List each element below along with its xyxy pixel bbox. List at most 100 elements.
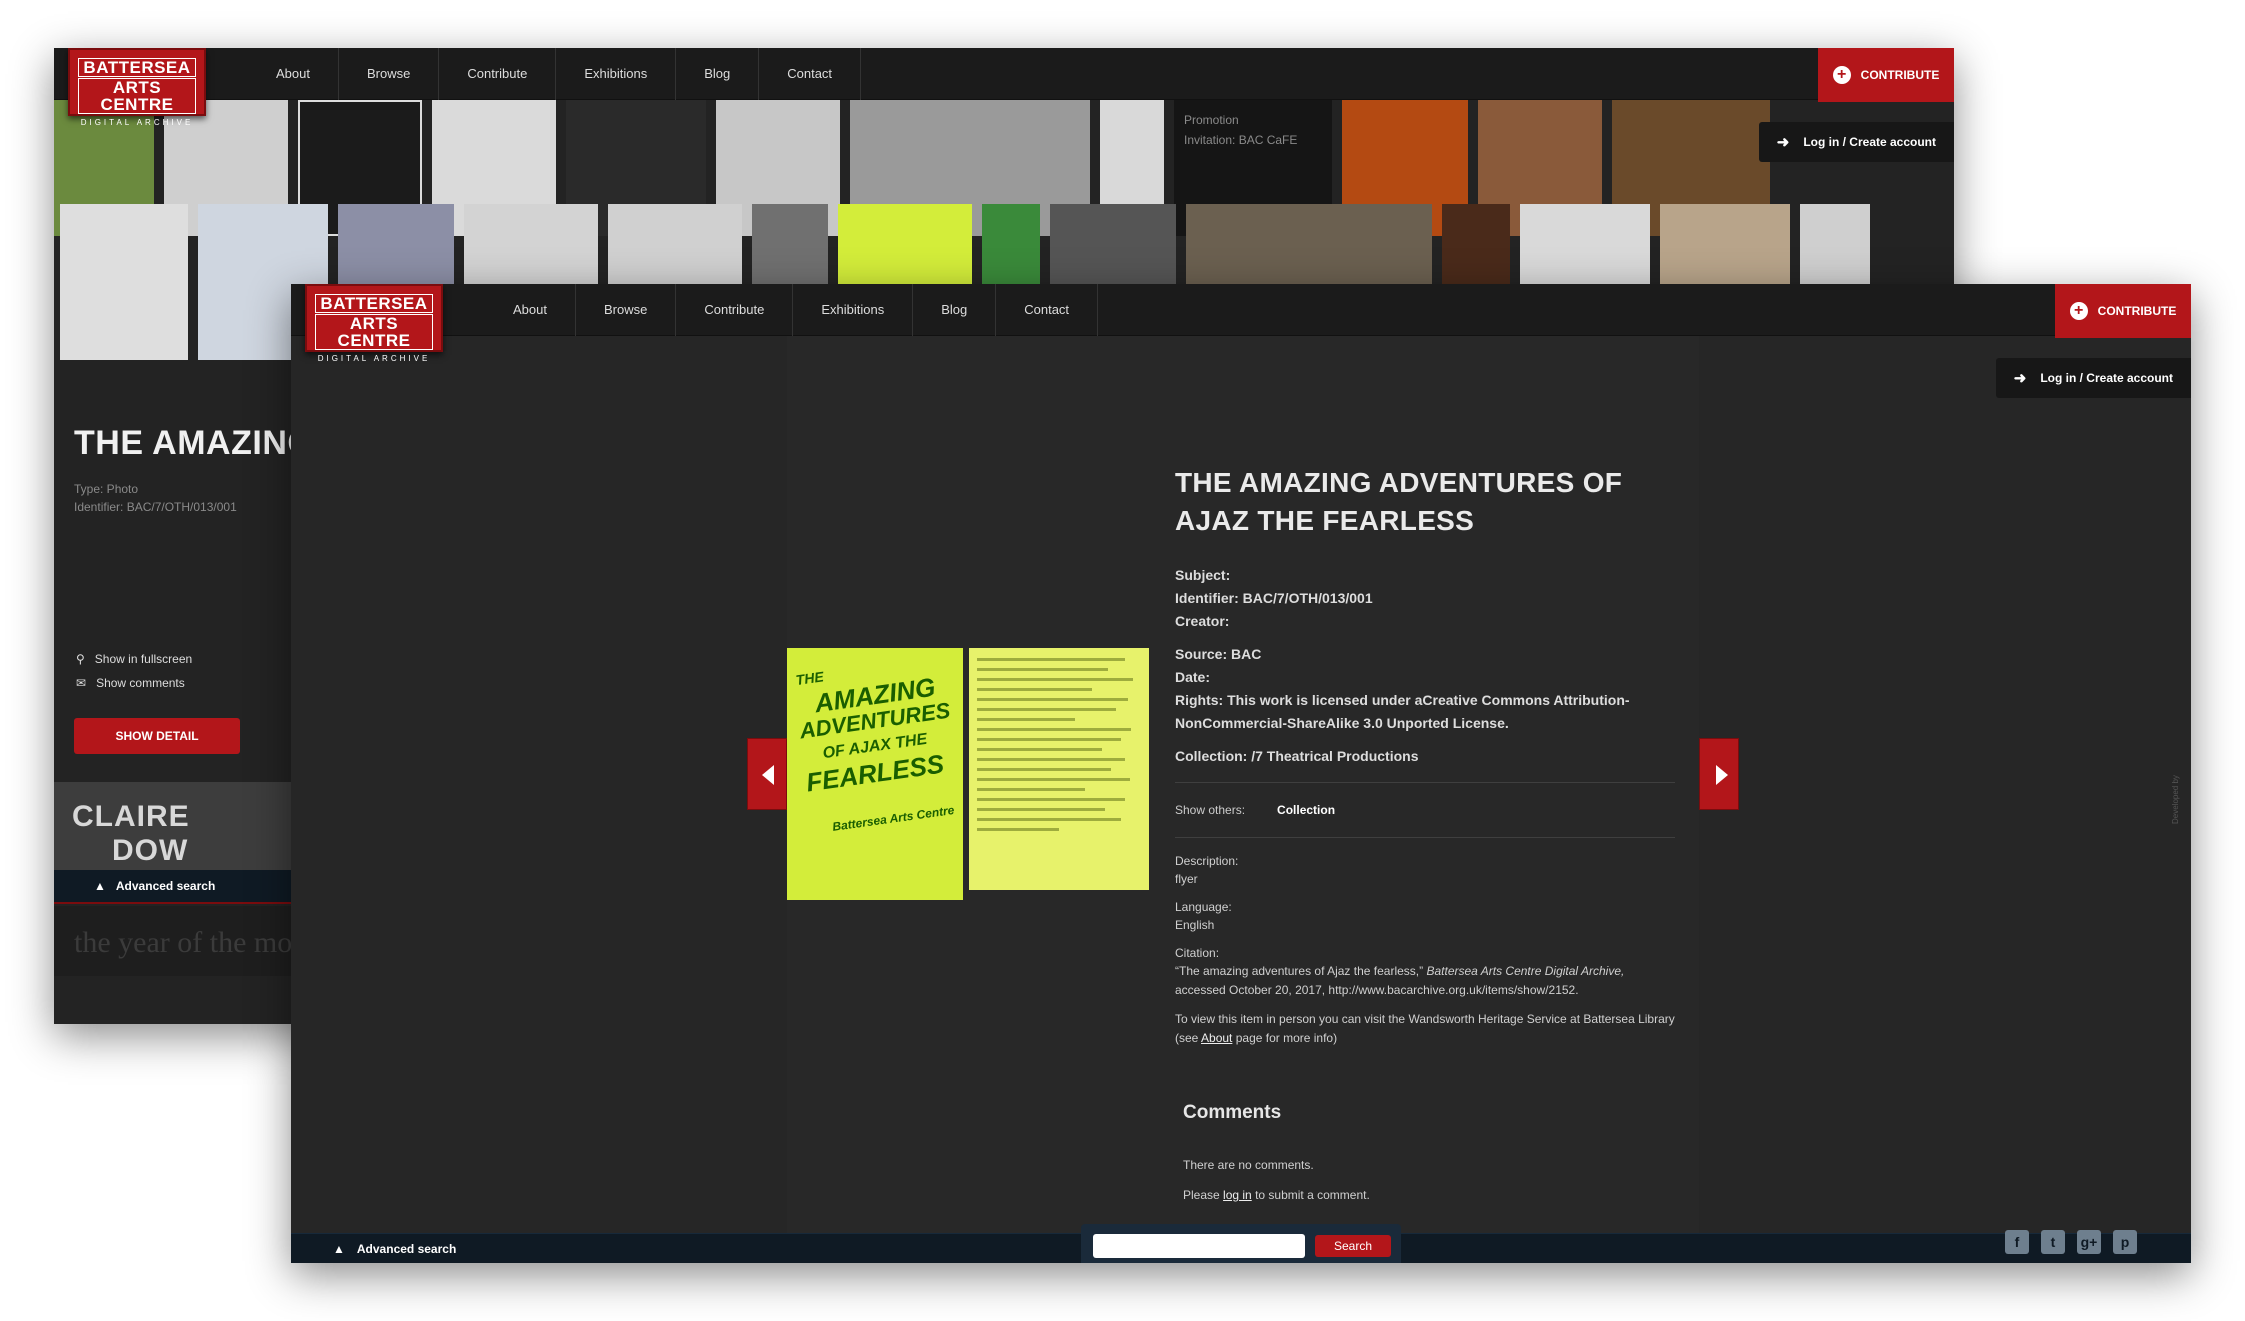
back-item-type: Type: Photo (74, 482, 139, 496)
screenshot-stage: Promotion Invitation: BAC CaFE BATTERSEA… (0, 0, 2245, 1321)
logo-text: ARTS CENTRE (315, 314, 433, 350)
fullscreen-link[interactable]: ⚲ Show in fullscreen (76, 652, 192, 666)
item-subject: Subject: (1175, 567, 1231, 583)
text-line (977, 698, 1128, 701)
text-line (977, 828, 1059, 831)
text-line (977, 818, 1122, 821)
facebook-icon[interactable]: f (2005, 1230, 2029, 1254)
plus-icon: + (1832, 66, 1851, 84)
text-line (977, 678, 1133, 681)
log-in-link[interactable]: log in (1223, 1188, 1252, 1202)
nav-contact[interactable]: Contact (996, 284, 1099, 336)
nav-exhibitions[interactable]: Exhibitions (793, 284, 914, 336)
fullscreen-label: Show in fullscreen (94, 652, 193, 666)
login-label: Log in / Create account (2040, 371, 2173, 385)
nav-about[interactable]: About (248, 48, 339, 100)
nav-contribute[interactable]: Contribute (439, 48, 557, 100)
logo-subtitle: DIGITAL ARCHIVE (317, 354, 431, 363)
logo-subtitle: DIGITAL ARCHIVE (80, 118, 194, 127)
plus-icon: + (2069, 302, 2088, 320)
twitter-icon[interactable]: t (2041, 1230, 2065, 1254)
divider (1175, 837, 1675, 838)
nav-exhibitions[interactable]: Exhibitions (556, 48, 677, 100)
main-nav: About Browse Contribute Exhibitions Blog… (248, 48, 862, 100)
promo-text: Promotion Invitation: BAC CaFE (1184, 110, 1297, 150)
visit-suffix: page for more info) (1235, 1031, 1338, 1045)
googleplus-icon[interactable]: g+ (2077, 1230, 2101, 1254)
nav-browse[interactable]: Browse (576, 284, 677, 336)
related-item-thumbnail[interactable]: CLAIRE DOW (54, 782, 294, 870)
nav-blog[interactable]: Blog (913, 284, 997, 336)
citation-label: Citation: (1175, 946, 1220, 960)
promo-line: Invitation: BAC CaFE (1184, 133, 1298, 147)
citation-text: “The amazing adventures of Ajaz the fear… (1175, 962, 1675, 1000)
nav-browse[interactable]: Browse (339, 48, 440, 100)
comment-icon: ✉ (76, 676, 87, 690)
arrow-right-icon (1716, 765, 1728, 785)
logo-text: BATTERSEA (315, 294, 433, 313)
search-button[interactable]: Search (1315, 1235, 1391, 1257)
item-title: THE AMAZING ADVENTURES OF AJAZ THE FEARL… (1175, 467, 1623, 536)
search-input[interactable] (1093, 1234, 1305, 1258)
thumbnail[interactable] (60, 204, 188, 360)
previous-item-button[interactable] (747, 738, 787, 810)
pinterest-icon[interactable]: p (2113, 1230, 2137, 1254)
text-line (977, 788, 1086, 791)
text-line (977, 668, 1109, 671)
nav-about[interactable]: About (485, 284, 576, 336)
next-item-button[interactable] (1699, 738, 1739, 810)
nav-contribute[interactable]: Contribute (676, 284, 794, 336)
advanced-search-toggle[interactable]: ▲ Advanced search (333, 1234, 456, 1263)
no-comments-text: There are no comments. (1183, 1158, 1314, 1172)
text-line (977, 738, 1122, 741)
collection-link[interactable]: Collection (1277, 803, 1335, 817)
text-line (977, 758, 1125, 761)
please-text: Please (1183, 1188, 1220, 1202)
site-logo[interactable]: BATTERSEA ARTS CENTRE DIGITAL ARCHIVE (68, 48, 206, 127)
citation-suffix: accessed October 20, 2017, http://www.ba… (1175, 983, 1579, 997)
advanced-search-label: Advanced search (115, 879, 216, 893)
search-box: Search (1081, 1224, 1401, 1263)
about-link[interactable]: About (1201, 1031, 1232, 1045)
login-button[interactable]: ➜ Log in / Create account (1758, 122, 1954, 162)
text-line (977, 808, 1105, 811)
citation-prefix: “The amazing adventures of Ajaz the fear… (1175, 964, 1424, 978)
text-line (977, 768, 1112, 771)
item-creator: Creator: (1175, 613, 1230, 629)
logo-text: ARTS CENTRE (78, 78, 196, 114)
item-date: Date: (1175, 669, 1211, 685)
show-comments-link[interactable]: ✉ Show comments (76, 676, 185, 690)
item-collection: Collection: /7 Theatrical Productions (1175, 748, 1419, 764)
developed-by: Developed by (2171, 775, 2180, 824)
front-top-navigation: BATTERSEA ARTS CENTRE DIGITAL ARCHIVE Ab… (291, 284, 2191, 363)
item-rights: Rights: This work is licensed under aCre… (1175, 692, 1630, 731)
contribute-label: CONTRIBUTE (1860, 68, 1940, 82)
login-button[interactable]: ➜ Log in / Create account (1995, 358, 2191, 398)
site-logo[interactable]: BATTERSEA ARTS CENTRE DIGITAL ARCHIVE (305, 284, 443, 363)
back-top-navigation: BATTERSEA ARTS CENTRE DIGITAL ARCHIVE Ab… (54, 48, 1954, 127)
text-line (977, 748, 1102, 751)
thumbnail-caption: CLAIRE (72, 800, 190, 833)
citation-source: Battersea Arts Centre Digital Archive, (1426, 964, 1625, 978)
text-line (977, 778, 1130, 781)
text-line (977, 708, 1117, 711)
chevron-up-icon: ▲ (94, 879, 106, 893)
contribute-button[interactable]: + CONTRIBUTE (2055, 284, 2191, 338)
show-detail-button[interactable]: SHOW DETAIL (74, 718, 240, 754)
nav-contact[interactable]: Contact (759, 48, 862, 100)
contribute-button[interactable]: + CONTRIBUTE (1818, 48, 1954, 102)
item-image-back[interactable] (969, 648, 1149, 890)
language-label: Language: (1175, 900, 1232, 914)
back-advanced-search[interactable]: ▲ Advanced search (54, 870, 294, 904)
text-line (977, 688, 1092, 691)
visit-info: To view this item in person you can visi… (1175, 1010, 1675, 1048)
related-item-thumbnail[interactable]: the year of the mon (54, 906, 307, 976)
contribute-label: CONTRIBUTE (2097, 304, 2177, 318)
item-image-front[interactable]: THE AMAZING ADVENTURES OF AJAX THE FEARL… (787, 648, 963, 900)
nav-blog[interactable]: Blog (676, 48, 760, 100)
login-icon: ➜ (2013, 370, 2027, 387)
